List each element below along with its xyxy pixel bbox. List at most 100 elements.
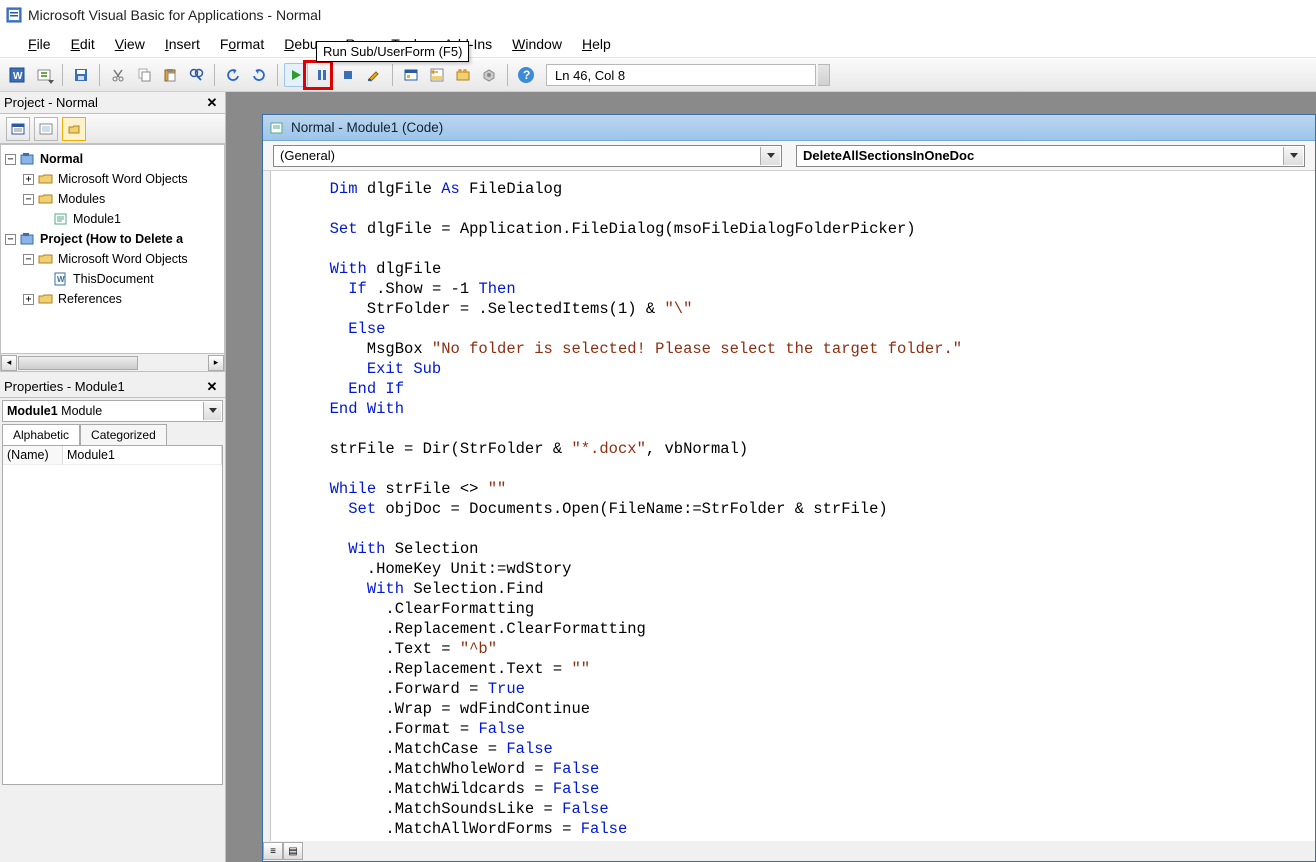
scroll-thumb[interactable] xyxy=(18,356,138,370)
help-button[interactable]: ? xyxy=(514,63,538,87)
toggle-folders-button[interactable] xyxy=(62,117,86,141)
object-browser-button[interactable] xyxy=(451,63,475,87)
properties-tabs: Alphabetic Categorized xyxy=(2,424,223,445)
properties-title-text: Properties - Module1 xyxy=(4,379,125,394)
menubar: File Edit View Insert Format Debug Run T… xyxy=(0,30,1316,58)
dropdown-arrow-icon[interactable] xyxy=(760,147,780,165)
project-explorer-button[interactable] xyxy=(399,63,423,87)
full-module-view-button[interactable]: ▤ xyxy=(283,842,303,860)
code-window: Normal - Module1 (Code) (General) Delete… xyxy=(262,114,1316,862)
folder-icon xyxy=(38,252,54,266)
folder-icon xyxy=(38,172,54,186)
code-window-titlebar[interactable]: Normal - Module1 (Code) xyxy=(263,115,1315,141)
menu-file[interactable]: File xyxy=(18,32,61,56)
collapse-icon[interactable]: − xyxy=(23,254,34,265)
property-row-name[interactable]: (Name) Module1 xyxy=(3,446,222,465)
project-tree[interactable]: − Normal + Microsoft Word Objects − Modu… xyxy=(0,144,225,354)
properties-panel-title: Properties - Module1 ✕ xyxy=(0,376,225,398)
margin-indicator-bar[interactable] xyxy=(263,171,271,841)
menu-insert[interactable]: Insert xyxy=(155,32,210,56)
properties-grid[interactable]: (Name) Module1 xyxy=(2,445,223,785)
properties-object-combo[interactable]: Module1 Module xyxy=(2,400,223,422)
toolbar-grip xyxy=(818,64,830,86)
folder-icon xyxy=(38,192,54,206)
project-icon xyxy=(20,152,36,166)
expand-icon[interactable]: + xyxy=(23,294,34,305)
separator xyxy=(277,64,278,86)
menu-window[interactable]: Window xyxy=(502,32,572,56)
object-dropdown-value: (General) xyxy=(280,148,335,163)
properties-window-button[interactable] xyxy=(425,63,449,87)
tree-node-references[interactable]: + References xyxy=(3,289,222,309)
reset-button[interactable] xyxy=(336,63,360,87)
project-toolbar xyxy=(0,114,225,144)
tree-node-project2[interactable]: − Project (How to Delete a xyxy=(3,229,222,249)
properties-tab-categorized[interactable]: Categorized xyxy=(80,424,167,445)
paste-button[interactable] xyxy=(158,63,182,87)
menu-view[interactable]: View xyxy=(105,32,155,56)
scroll-left-icon[interactable]: ◂ xyxy=(1,355,17,371)
folder-icon xyxy=(38,292,54,306)
tree-node-normal[interactable]: − Normal xyxy=(3,149,222,169)
project-close-button[interactable]: ✕ xyxy=(203,94,221,112)
code-dropdowns: (General) DeleteAllSectionsInOneDoc xyxy=(263,141,1315,171)
design-mode-button[interactable] xyxy=(362,63,386,87)
collapse-icon[interactable]: − xyxy=(5,234,16,245)
project-title-text: Project - Normal xyxy=(4,95,98,110)
position-indicator: Ln 46, Col 8 xyxy=(546,64,816,86)
module-icon xyxy=(53,212,69,226)
toolbox-button[interactable] xyxy=(477,63,501,87)
tree-label: Project (How to Delete a xyxy=(40,229,183,249)
procedure-view-button[interactable]: ≡ xyxy=(263,842,283,860)
insert-item-button[interactable] xyxy=(32,63,56,87)
copy-button[interactable] xyxy=(132,63,156,87)
run-tooltip: Run Sub/UserForm (F5) xyxy=(316,41,469,62)
tree-node-word-objects-2[interactable]: − Microsoft Word Objects xyxy=(3,249,222,269)
tree-label: Normal xyxy=(40,149,83,169)
module-icon xyxy=(269,121,285,135)
save-button[interactable] xyxy=(69,63,93,87)
properties-close-button[interactable]: ✕ xyxy=(203,378,221,396)
mdi-area: Normal - Module1 (Code) (General) Delete… xyxy=(226,92,1316,862)
cut-button[interactable] xyxy=(106,63,130,87)
object-dropdown[interactable]: (General) xyxy=(273,145,782,167)
tree-node-module1[interactable]: Module1 xyxy=(3,209,222,229)
dropdown-arrow-icon[interactable] xyxy=(203,402,221,420)
code-window-title: Normal - Module1 (Code) xyxy=(291,120,443,135)
menu-format[interactable]: Format xyxy=(210,32,274,56)
svg-text:W: W xyxy=(57,275,65,284)
project-hscrollbar[interactable]: ◂ ▸ xyxy=(0,354,225,372)
word-view-button[interactable]: W xyxy=(6,63,30,87)
properties-tab-alphabetic[interactable]: Alphabetic xyxy=(2,424,80,445)
procedure-dropdown-value: DeleteAllSectionsInOneDoc xyxy=(803,148,974,163)
run-button[interactable] xyxy=(284,63,308,87)
code-editor[interactable]: Dim dlgFile As FileDialog Set dlgFile = … xyxy=(271,171,1315,841)
document-icon: W xyxy=(53,272,69,286)
tree-node-word-objects[interactable]: + Microsoft Word Objects xyxy=(3,169,222,189)
collapse-icon[interactable]: − xyxy=(23,194,34,205)
view-object-button[interactable] xyxy=(34,117,58,141)
tree-label: ThisDocument xyxy=(73,269,154,289)
menu-edit[interactable]: Edit xyxy=(61,32,105,56)
redo-button[interactable] xyxy=(247,63,271,87)
window-title: Microsoft Visual Basic for Applications … xyxy=(28,7,321,23)
undo-button[interactable] xyxy=(221,63,245,87)
break-button[interactable] xyxy=(310,63,334,87)
expand-icon[interactable]: + xyxy=(23,174,34,185)
collapse-icon[interactable]: − xyxy=(5,154,16,165)
separator xyxy=(214,64,215,86)
property-value[interactable]: Module1 xyxy=(63,446,222,465)
tree-label: References xyxy=(58,289,122,309)
dropdown-arrow-icon[interactable] xyxy=(1283,147,1303,165)
procedure-dropdown[interactable]: DeleteAllSectionsInOneDoc xyxy=(796,145,1305,167)
menu-help[interactable]: Help xyxy=(572,32,621,56)
separator xyxy=(507,64,508,86)
code-view-buttons: ≡ ▤ xyxy=(263,841,1315,861)
tree-node-thisdocument[interactable]: W ThisDocument xyxy=(3,269,222,289)
project-panel-title: Project - Normal ✕ xyxy=(0,92,225,114)
tree-label: Microsoft Word Objects xyxy=(58,169,188,189)
find-button[interactable] xyxy=(184,63,208,87)
scroll-right-icon[interactable]: ▸ xyxy=(208,355,224,371)
tree-node-modules[interactable]: − Modules xyxy=(3,189,222,209)
view-code-button[interactable] xyxy=(6,117,30,141)
